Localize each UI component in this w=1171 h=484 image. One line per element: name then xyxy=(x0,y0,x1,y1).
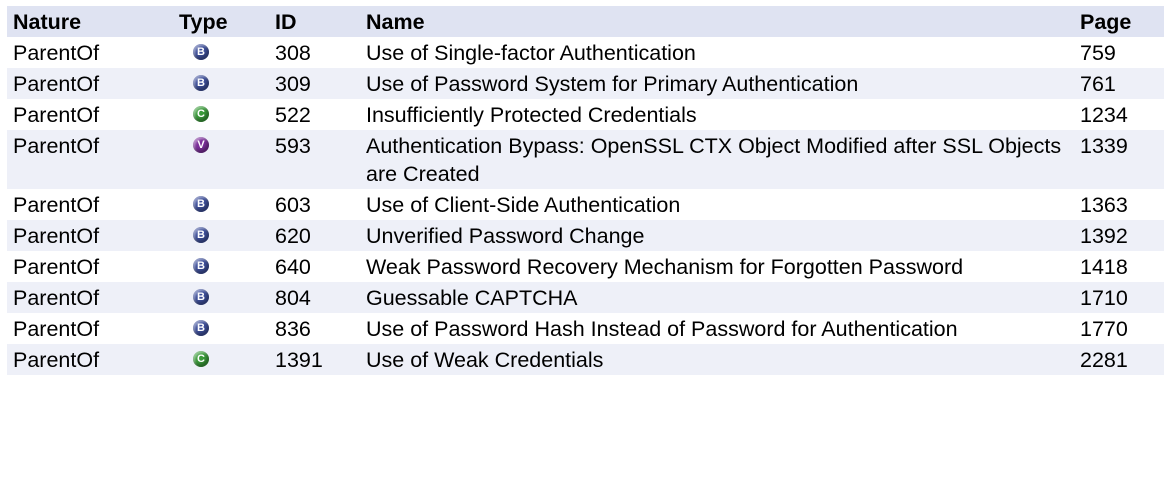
table-row: ParentOf B 804 Guessable CAPTCHA 1710 xyxy=(7,282,1164,313)
table-row: ParentOf C 1391 Use of Weak Credentials 2281 xyxy=(7,344,1164,375)
cell-nature: ParentOf xyxy=(7,344,173,375)
type-letter: B xyxy=(197,260,205,272)
cell-id: 620 xyxy=(269,220,360,251)
cell-nature: ParentOf xyxy=(13,193,100,217)
base-weakness-icon: B xyxy=(193,227,209,243)
cell-name: Weak Password Recovery Mechanism for For… xyxy=(366,255,964,279)
cell-id: 640 xyxy=(275,255,311,279)
header-type: Type xyxy=(173,6,269,37)
cell-nature: ParentOf xyxy=(7,282,173,313)
cell-page: 2281 xyxy=(1074,344,1164,375)
cell-name: Authentication Bypass: OpenSSL CTX Objec… xyxy=(360,130,1074,189)
cell-type: B xyxy=(173,251,269,282)
table-row: ParentOf C 522 Insufficiently Protected Cre… xyxy=(7,99,1164,130)
cell-page: 1770 xyxy=(1080,317,1128,341)
cell-id: 603 xyxy=(275,193,311,217)
cell-id: 309 xyxy=(269,68,360,99)
type-letter: B xyxy=(197,77,205,89)
cell-name: Insufficiently Protected Credentials xyxy=(366,103,697,127)
type-letter: C xyxy=(197,353,205,365)
cell-id: 804 xyxy=(269,282,360,313)
cell-nature: ParentOf xyxy=(13,255,100,279)
type-letter: V xyxy=(197,139,205,151)
cell-id: 308 xyxy=(275,41,311,65)
table-row: ParentOf B 603 Use of Client-Side Authentic… xyxy=(7,189,1164,220)
cell-type: B xyxy=(173,37,269,68)
cell-page: 759 xyxy=(1080,41,1116,65)
cell-nature: ParentOf xyxy=(7,130,173,189)
base-weakness-icon: B xyxy=(193,75,209,91)
table-row: ParentOf B 620 Unverified Password Change 13… xyxy=(7,220,1164,251)
header-page: Page xyxy=(1074,6,1164,37)
type-letter: C xyxy=(197,108,205,120)
table-header: Nature Type ID Name Page xyxy=(7,6,1164,37)
table-row: ParentOf V 593 Authentication Bypass: OpenS… xyxy=(7,130,1164,189)
cell-type: B xyxy=(173,68,269,99)
cell-name: Use of Password System for Primary Authe… xyxy=(360,68,1074,99)
table-body: ParentOf B 308 Use of Single-factor Authent… xyxy=(7,37,1164,375)
base-weakness-icon: B xyxy=(193,258,209,274)
cell-page: 1339 xyxy=(1074,130,1164,189)
cell-id: 836 xyxy=(275,317,311,341)
header-id: ID xyxy=(269,6,360,37)
header-nature: Nature xyxy=(7,6,173,37)
cell-type: B xyxy=(173,282,269,313)
cell-nature: ParentOf xyxy=(13,41,100,65)
table-row: ParentOf B 640 Weak Password Recovery Mecha… xyxy=(7,251,1164,282)
table-row: ParentOf B 836 Use of Password Hash Instead… xyxy=(7,313,1164,344)
cell-name: Use of Password Hash Instead of Password… xyxy=(366,317,958,341)
cell-name: Use of Single-factor Authentication xyxy=(366,41,696,65)
cell-nature: ParentOf xyxy=(7,68,173,99)
cell-type: B xyxy=(173,189,269,220)
cell-nature: ParentOf xyxy=(13,103,100,127)
base-weakness-icon: B xyxy=(193,44,209,60)
cell-nature: ParentOf xyxy=(13,317,100,341)
table-row: ParentOf B 309 Use of Password System for P… xyxy=(7,68,1164,99)
cell-type: V xyxy=(173,130,269,189)
type-letter: B xyxy=(197,198,205,210)
cell-type: C xyxy=(173,99,269,130)
type-letter: B xyxy=(197,291,205,303)
variant-weakness-icon: V xyxy=(193,137,209,153)
cell-page: 761 xyxy=(1074,68,1164,99)
cell-id: 522 xyxy=(275,103,311,127)
cell-page: 1710 xyxy=(1074,282,1164,313)
cell-page: 1363 xyxy=(1080,193,1128,217)
cell-page: 1392 xyxy=(1074,220,1164,251)
cell-name: Use of Weak Credentials xyxy=(360,344,1074,375)
type-letter: B xyxy=(197,46,205,58)
cell-name: Guessable CAPTCHA xyxy=(360,282,1074,313)
base-weakness-icon: B xyxy=(193,289,209,305)
cell-nature: ParentOf xyxy=(7,220,173,251)
header-row: Nature Type ID Name Page xyxy=(7,6,1164,37)
cell-page: 1418 xyxy=(1080,255,1128,279)
class-weakness-icon: C xyxy=(193,106,209,122)
type-letter: B xyxy=(197,322,205,334)
relationships-table-page: Nature Type ID Name Page ParentOf B 308 Use… xyxy=(0,0,1171,484)
base-weakness-icon: B xyxy=(193,320,209,336)
cell-name: Use of Client-Side Authentication xyxy=(366,193,681,217)
type-letter: B xyxy=(197,229,205,241)
cell-type: C xyxy=(173,344,269,375)
relationships-table: Nature Type ID Name Page ParentOf B 308 Use… xyxy=(7,6,1164,375)
cell-type: B xyxy=(173,313,269,344)
cell-id: 593 xyxy=(269,130,360,189)
cell-name: Unverified Password Change xyxy=(360,220,1074,251)
table-row: ParentOf B 308 Use of Single-factor Authent… xyxy=(7,37,1164,68)
cell-type: B xyxy=(173,220,269,251)
class-weakness-icon: C xyxy=(193,351,209,367)
cell-page: 1234 xyxy=(1080,103,1128,127)
cell-id: 1391 xyxy=(269,344,360,375)
header-name: Name xyxy=(360,6,1074,37)
base-weakness-icon: B xyxy=(193,196,209,212)
